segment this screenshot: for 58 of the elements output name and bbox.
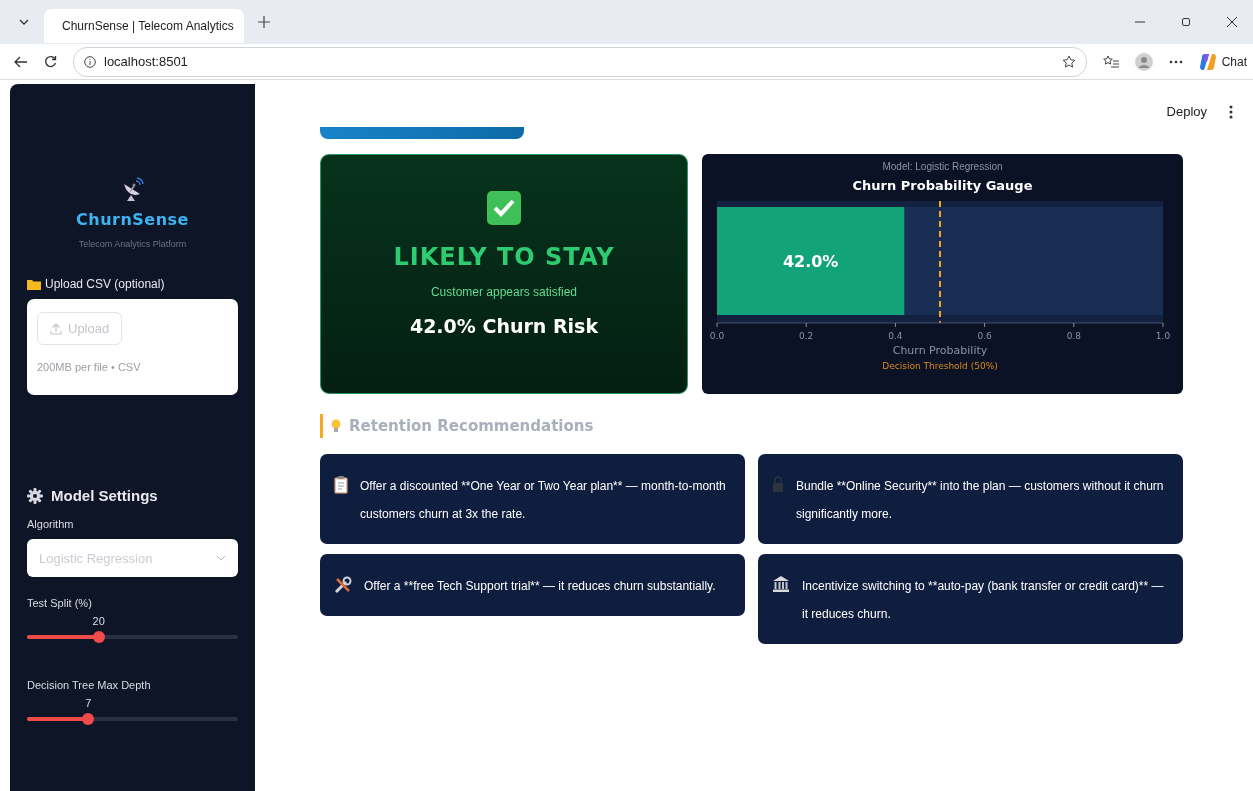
slider-thumb[interactable] [92,631,105,643]
recommendation-text: Bundle **Online Security** into the plan — customers without it churn significantly more. [796,478,1165,523]
tick-label: 0.8 [1066,331,1081,341]
axis-label: Churn Probability [892,344,988,357]
browser-tab[interactable]: ChurnSense | Telecom Analytics [44,9,244,43]
bar-value-label: 42.0% [782,252,839,271]
new-tab-icon[interactable] [258,16,270,28]
upload-icon [50,322,62,335]
tick-label: 0.4 [888,331,903,341]
tick-label: 0.6 [977,331,992,341]
slider-label: Decision Tree Max Depth [27,679,152,691]
threshold-label: Decision Threshold (50%) [882,361,998,371]
restore-icon[interactable] [1181,17,1191,27]
upload-label: Upload CSV (optional) [45,277,165,291]
slider-thumb[interactable] [82,713,95,725]
reload-icon[interactable] [44,55,57,68]
brand-title: ChurnSense [75,210,190,229]
tick-label: 0.2 [799,331,814,341]
tools-icon [334,576,352,594]
profile-icon[interactable] [1134,52,1153,71]
chat-button[interactable]: Chat [1198,52,1247,71]
recommendation-text: Incentivize switching to **auto-pay (bank transfer or credit card)** — it reduces churn. [802,578,1165,623]
copilot-icon [1198,52,1217,71]
clipboard-icon [334,476,348,494]
chevron-down-icon [216,555,226,561]
section-title: Model Settings [51,487,158,504]
bank-icon [772,576,790,592]
more-icon[interactable] [1168,59,1183,64]
satellite-dish-icon [121,176,144,202]
tick-label: 1.0 [1155,331,1171,341]
model-caption: Model: Logistic Regression [882,161,1003,172]
churn-risk: 42.0% Churn Risk [409,315,599,337]
gear-icon [27,487,43,504]
check-icon [487,191,521,225]
slider-value: 20 [92,615,105,627]
chart-title: Churn Probability Gauge [852,178,1033,193]
close-icon[interactable] [1227,17,1237,27]
algorithm-label: Algorithm [27,518,75,530]
lock-icon [772,476,784,492]
star-icon[interactable] [1061,54,1076,69]
brand-tagline: Telecom Analytics Platform [77,239,188,249]
recommendation-text: Offer a **free Tech Support trial** — it reduces churn substantially. [364,578,717,595]
deploy-button[interactable]: Deploy [1162,100,1211,123]
address-field[interactable]: localhost:8501 [73,46,1087,77]
lightbulb-icon [331,419,341,433]
tick-label: 0.0 [709,331,725,341]
info-icon[interactable] [84,55,96,68]
section-heading: Retention Recommendations [349,417,594,435]
slider-label: Test Split (%) [27,597,93,609]
more-icon[interactable] [1229,104,1233,119]
recommendation-text: Offer a discounted **One Year or Two Year plan** — month-to-month customers churn at 3x the rate. [360,478,727,523]
slider-value: 7 [85,697,92,709]
favorites-icon[interactable] [1102,54,1119,69]
upload-hint: 200MB per file • CSV [37,361,142,373]
verdict-title: LIKELY TO STAY [393,243,615,271]
back-icon[interactable] [14,55,28,68]
verdict-subtitle: Customer appears satisfied [430,285,578,299]
folder-icon [27,278,41,290]
